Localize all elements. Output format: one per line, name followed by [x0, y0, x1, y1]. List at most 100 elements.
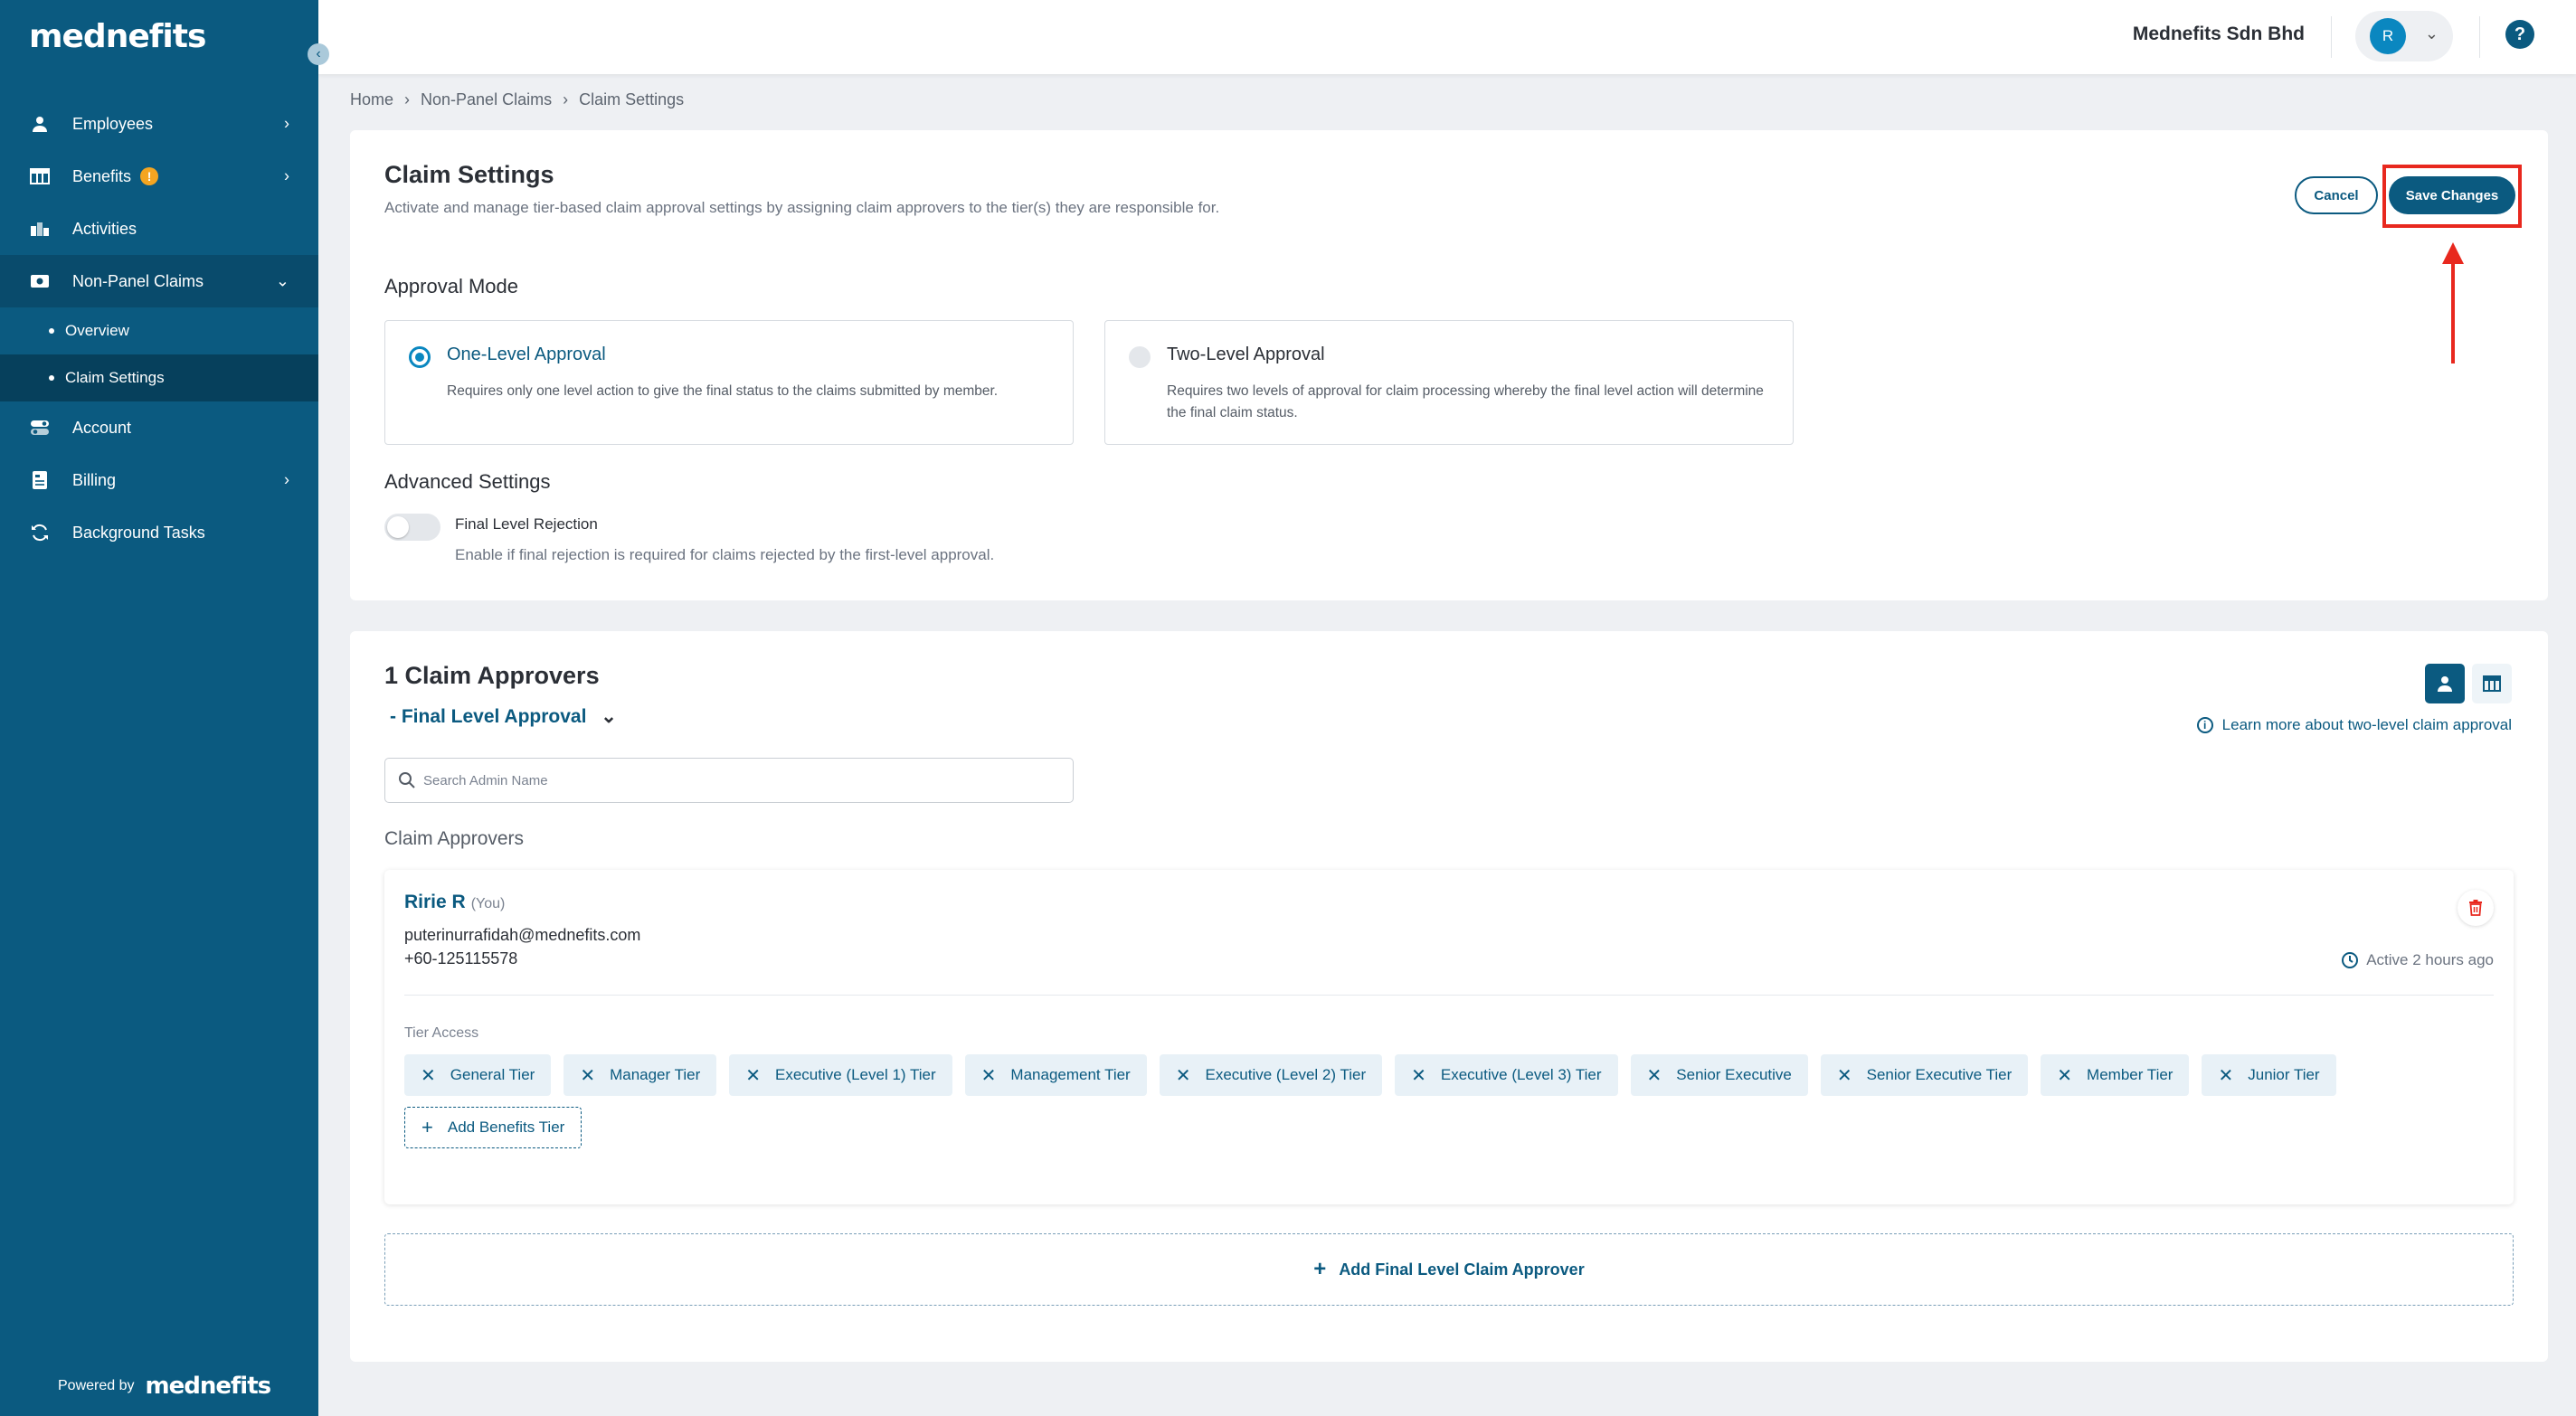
- tier-chip[interactable]: ✕ Executive (Level 3) Tier: [1395, 1054, 1618, 1096]
- arrow-up-icon: [2442, 242, 2464, 363]
- invoice-icon: [29, 469, 51, 491]
- remove-icon[interactable]: ✕: [1837, 1064, 1852, 1087]
- approver-card: Ririe R (You) puterinurrafidah@mednefits.…: [384, 870, 2514, 1204]
- card-view-button[interactable]: [2425, 664, 2465, 703]
- remove-icon[interactable]: ✕: [580, 1064, 595, 1087]
- sidebar-subitem-claim-settings[interactable]: Claim Settings: [0, 354, 318, 401]
- search-input[interactable]: [423, 768, 1056, 793]
- breadcrumb: Home › Non-Panel Claims › Claim Settings: [350, 90, 684, 109]
- tier-chip-label: Executive (Level 3) Tier: [1440, 1066, 1602, 1083]
- chevron-right-icon: ›: [284, 114, 289, 133]
- final-level-rejection-toggle[interactable]: [384, 514, 440, 541]
- tier-chip-label: Manager Tier: [610, 1066, 701, 1083]
- remove-icon[interactable]: ✕: [981, 1064, 997, 1087]
- sidebar-subitem-label: Claim Settings: [65, 369, 165, 386]
- remove-icon[interactable]: ✕: [1411, 1064, 1426, 1087]
- tier-chip[interactable]: ✕ Junior Tier: [2202, 1054, 2336, 1096]
- tier-chip[interactable]: ✕ Executive (Level 2) Tier: [1159, 1054, 1383, 1096]
- page-subtitle: Activate and manage tier-based claim app…: [384, 199, 1220, 216]
- sidebar-collapse-button[interactable]: ‹: [308, 43, 329, 65]
- sidebar-item-account[interactable]: Account: [0, 401, 318, 454]
- approver-email: puterinurrafidah@mednefits.com: [404, 926, 641, 944]
- approval-level-dropdown[interactable]: - Final Level Approval ⌄: [390, 705, 617, 728]
- search-admin-field[interactable]: [384, 758, 1074, 803]
- company-name: Mednefits Sdn Bhd: [2132, 24, 2305, 44]
- sidebar-item-label: Account: [72, 418, 132, 437]
- remove-icon[interactable]: ✕: [421, 1064, 436, 1087]
- add-benefits-tier-button[interactable]: + Add Benefits Tier: [404, 1107, 582, 1148]
- option-title: Two-Level Approval: [1167, 345, 1325, 364]
- remove-icon[interactable]: ✕: [2218, 1064, 2233, 1087]
- remove-icon[interactable]: ✕: [2057, 1064, 2072, 1087]
- remove-icon[interactable]: ✕: [1647, 1064, 1662, 1087]
- user-icon: [2438, 676, 2452, 692]
- avatar: R: [2370, 18, 2406, 54]
- you-tag: (You): [470, 896, 506, 911]
- delete-approver-button[interactable]: [2458, 890, 2494, 926]
- approval-mode-label: Approval Mode: [384, 275, 518, 297]
- add-final-approver-button[interactable]: + Add Final Level Claim Approver: [384, 1233, 2514, 1306]
- tier-chip-label: Executive (Level 2) Tier: [1205, 1066, 1367, 1083]
- sidebar-item-billing[interactable]: Billing ›: [0, 454, 318, 506]
- tier-chip[interactable]: ✕ Senior Executive: [1630, 1054, 1808, 1096]
- claim-settings-card: Claim Settings Activate and manage tier-…: [350, 130, 2548, 600]
- radio-unselected[interactable]: [1129, 346, 1151, 368]
- help-icon[interactable]: ?: [2505, 20, 2534, 49]
- powered-by: Powered by mednefits: [58, 1373, 272, 1400]
- tier-chips: ✕ General Tier ✕ Manager Tier ✕ Executive (…: [404, 1054, 2485, 1148]
- breadcrumb-current: Claim Settings: [579, 90, 685, 109]
- option-description: Requires only one level action to give t…: [447, 383, 999, 399]
- mednefits-logo[interactable]: mednefits: [29, 18, 206, 55]
- tier-chip[interactable]: ✕ Management Tier: [964, 1054, 1147, 1096]
- sidebar-subitem-label: Overview: [65, 322, 129, 339]
- table-view-button[interactable]: [2472, 664, 2512, 703]
- option-description: Requires two levels of approval for clai…: [1167, 383, 1764, 420]
- user-menu-button[interactable]: R ⌄: [2355, 11, 2453, 61]
- breadcrumb-separator: ›: [563, 90, 569, 109]
- sidebar-item-activities[interactable]: Activities: [0, 203, 318, 255]
- sidebar-subitem-overview[interactable]: Overview: [0, 307, 318, 354]
- two-level-approval-option[interactable]: Two-Level Approval Requires two levels o…: [1104, 320, 1794, 445]
- sidebar-item-background-tasks[interactable]: Background Tasks: [0, 506, 318, 559]
- toggle-description: Enable if final rejection is required fo…: [455, 546, 995, 563]
- tier-chip-label: General Tier: [450, 1066, 535, 1083]
- table-icon: [2483, 675, 2501, 692]
- sidebar-item-label: Benefits: [72, 166, 132, 185]
- sidebar-item-employees[interactable]: Employees ›: [0, 98, 318, 150]
- learn-more-link[interactable]: i Learn more about two-level claim appro…: [2196, 716, 2512, 734]
- claim-approvers-label: Claim Approvers: [384, 828, 525, 849]
- tier-chip[interactable]: ✕ Member Tier: [2041, 1054, 2190, 1096]
- info-icon: i: [2196, 717, 2213, 733]
- option-title: One-Level Approval: [447, 345, 606, 364]
- powered-by-label: Powered by: [58, 1378, 135, 1393]
- cash-icon: [29, 270, 51, 292]
- breadcrumb-home[interactable]: Home: [350, 90, 393, 109]
- user-icon: [29, 113, 51, 135]
- toggle-icon: [29, 417, 51, 439]
- cancel-button[interactable]: Cancel: [2295, 176, 2378, 214]
- topbar: Mednefits Sdn Bhd R ⌄ ?: [318, 0, 2576, 74]
- sidebar: mednefits Employees › Benefits ! › Activ…: [0, 0, 318, 1416]
- one-level-approval-option[interactable]: One-Level Approval Requires only one lev…: [384, 320, 1074, 445]
- approver-phone: +60-125115578: [404, 949, 518, 968]
- sidebar-item-non-panel-claims[interactable]: Non-Panel Claims ⌄: [0, 255, 318, 307]
- tier-chip[interactable]: ✕ Senior Executive Tier: [1820, 1054, 2029, 1096]
- tier-chip[interactable]: ✕ General Tier: [404, 1054, 552, 1096]
- sidebar-item-benefits[interactable]: Benefits ! ›: [0, 150, 318, 203]
- sidebar-item-label: Background Tasks: [72, 523, 205, 542]
- approvers-title: 1 Claim Approvers: [384, 662, 600, 689]
- table-icon: [29, 165, 51, 187]
- tier-chip[interactable]: ✕ Executive (Level 1) Tier: [729, 1054, 952, 1096]
- tier-chip-label: Senior Executive Tier: [1866, 1066, 2012, 1083]
- toggle-title: Final Level Rejection: [455, 515, 598, 533]
- powered-by-logo: mednefits: [145, 1373, 272, 1400]
- sidebar-item-label: Non-Panel Claims: [72, 271, 204, 290]
- remove-icon[interactable]: ✕: [1176, 1064, 1191, 1087]
- tier-chip[interactable]: ✕ Manager Tier: [564, 1054, 717, 1096]
- remove-icon[interactable]: ✕: [745, 1064, 761, 1087]
- radio-selected[interactable]: [409, 346, 431, 368]
- approval-level-label: - Final Level Approval: [390, 706, 587, 727]
- plus-icon: +: [421, 1116, 433, 1138]
- tier-chip-label: Member Tier: [2087, 1066, 2174, 1083]
- breadcrumb-non-panel-claims[interactable]: Non-Panel Claims: [421, 90, 552, 109]
